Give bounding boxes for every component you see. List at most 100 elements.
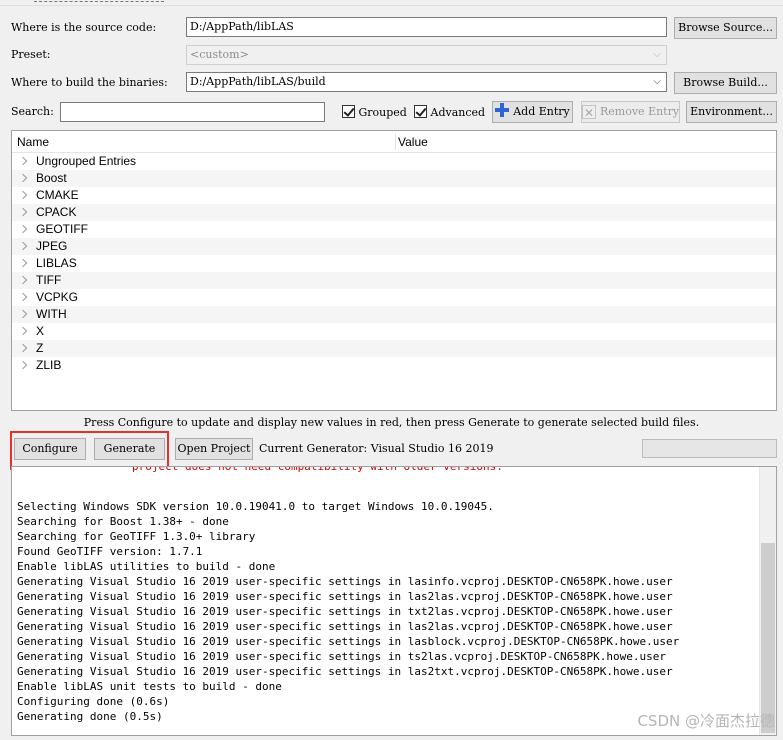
- build-path-value: D:/AppPath/libLAS/build: [190, 75, 326, 88]
- column-separator: [395, 134, 396, 150]
- checkbox-checked-icon: [414, 105, 427, 118]
- tree-group-row[interactable]: TIFF: [12, 272, 776, 289]
- log-line: Generating Visual Studio 16 2019 user-sp…: [17, 620, 673, 633]
- search-label: Search:: [11, 105, 54, 118]
- group-label: ZLIB: [36, 358, 62, 372]
- tree-group-row[interactable]: CPACK: [12, 204, 776, 221]
- grouped-label: Grouped: [358, 106, 407, 119]
- group-label: Z: [36, 341, 44, 355]
- group-label: X: [36, 324, 45, 338]
- tree-group-row[interactable]: ZLIB: [12, 357, 776, 374]
- log-line: Generating Visual Studio 16 2019 user-sp…: [17, 590, 673, 603]
- open-project-label: Open Project: [177, 442, 251, 455]
- chevron-right-icon[interactable]: [19, 255, 29, 272]
- chevron-right-icon[interactable]: [19, 340, 29, 357]
- tree-group-row[interactable]: LIBLAS: [12, 255, 776, 272]
- environment-button[interactable]: Environment...: [686, 101, 777, 123]
- chevron-down-icon: ⌵: [653, 76, 661, 87]
- chevron-right-icon[interactable]: [19, 289, 29, 306]
- column-header-name[interactable]: Name: [17, 131, 49, 153]
- configure-button[interactable]: Configure: [14, 438, 86, 460]
- chevron-right-icon[interactable]: [19, 238, 29, 255]
- browse-source-button[interactable]: Browse Source...: [674, 17, 777, 39]
- tree-rows: Ungrouped Entries Boost CMAKE CPACK GEOT…: [12, 153, 776, 374]
- environment-label: Environment...: [690, 105, 773, 118]
- current-generator-text: Current Generator: Visual Studio 16 2019: [259, 442, 494, 455]
- remove-entry-button[interactable]: ✕ Remove Entry: [581, 101, 680, 123]
- log-line: Configuring done (0.6s): [17, 695, 170, 708]
- preset-select[interactable]: <custom> ⌵: [186, 45, 667, 65]
- column-header-value[interactable]: Value: [398, 131, 428, 153]
- remove-entry-label: Remove Entry: [600, 105, 680, 118]
- remove-icon: ✕: [582, 105, 596, 120]
- cache-entries-tree[interactable]: Name Value Ungrouped Entries Boost CMAKE…: [11, 130, 777, 411]
- configure-label: Configure: [22, 442, 78, 455]
- add-entry-label: Add Entry: [513, 105, 570, 118]
- tree-group-row[interactable]: CMAKE: [12, 187, 776, 204]
- generate-label: Generate: [103, 442, 156, 455]
- group-label: GEOTIFF: [36, 222, 88, 236]
- group-label: JPEG: [36, 239, 68, 253]
- progress-bar: [642, 439, 777, 458]
- group-label: WITH: [36, 307, 67, 321]
- scrollbar-thumb[interactable]: [761, 543, 775, 733]
- log-line: Enable libLAS unit tests to build - done: [17, 680, 282, 693]
- group-label: LIBLAS: [36, 256, 77, 270]
- browse-source-label: Browse Source...: [678, 21, 773, 34]
- log-line: Generating done (0.5s): [17, 710, 163, 723]
- tree-group-row[interactable]: GEOTIFF: [12, 221, 776, 238]
- advanced-label: Advanced: [430, 106, 486, 119]
- log-line-error-partial: project does not need compatibility with…: [132, 466, 503, 473]
- chevron-right-icon[interactable]: [19, 221, 29, 238]
- source-path-input[interactable]: D:/AppPath/libLAS: [186, 17, 667, 37]
- advanced-checkbox[interactable]: Advanced: [414, 105, 485, 120]
- tree-group-row[interactable]: WITH: [12, 306, 776, 323]
- source-label: Where is the source code:: [11, 21, 157, 34]
- log-line: Selecting Windows SDK version 10.0.19041…: [17, 500, 494, 513]
- chevron-right-icon[interactable]: [19, 187, 29, 204]
- tree-group-row[interactable]: Ungrouped Entries: [12, 153, 776, 170]
- group-label: Boost: [36, 171, 67, 185]
- log-line: Generating Visual Studio 16 2019 user-sp…: [17, 665, 673, 678]
- tree-header: Name Value: [12, 131, 776, 153]
- open-project-button[interactable]: Open Project: [175, 438, 253, 460]
- tree-group-row[interactable]: X: [12, 323, 776, 340]
- generate-button[interactable]: Generate: [94, 438, 165, 460]
- browse-build-button[interactable]: Browse Build...: [674, 72, 777, 94]
- tree-group-row[interactable]: Boost: [12, 170, 776, 187]
- add-entry-button[interactable]: Add Entry: [492, 101, 573, 123]
- chevron-right-icon[interactable]: [19, 357, 29, 374]
- log-line: Searching for Boost 1.38+ - done: [17, 515, 229, 528]
- search-input[interactable]: [60, 102, 325, 122]
- vertical-scrollbar[interactable]: [759, 467, 776, 735]
- tree-group-row[interactable]: Z: [12, 340, 776, 357]
- group-label: CPACK: [36, 205, 77, 219]
- chevron-down-icon: ⌵: [653, 49, 661, 60]
- window-top-edge: [0, 0, 783, 6]
- chevron-right-icon[interactable]: [19, 272, 29, 289]
- log-line: Enable libLAS utilities to build - done: [17, 560, 276, 573]
- configure-hint-text: Press Configure to update and display ne…: [83, 416, 700, 429]
- group-label: CMAKE: [36, 188, 79, 202]
- tree-group-row[interactable]: JPEG: [12, 238, 776, 255]
- output-log[interactable]: project does not need compatibility with…: [11, 466, 777, 736]
- log-line: Generating Visual Studio 16 2019 user-sp…: [17, 575, 673, 588]
- chevron-right-icon[interactable]: [19, 170, 29, 187]
- chevron-right-icon[interactable]: [19, 204, 29, 221]
- chevron-right-icon[interactable]: [19, 153, 29, 170]
- group-label: VCPKG: [36, 290, 79, 304]
- build-label: Where to build the binaries:: [11, 76, 168, 89]
- grouped-checkbox[interactable]: Grouped: [342, 105, 407, 120]
- log-line: Found GeoTIFF version: 1.7.1: [17, 545, 203, 558]
- chevron-right-icon[interactable]: [19, 323, 29, 340]
- log-line: Generating Visual Studio 16 2019 user-sp…: [17, 635, 680, 648]
- chevron-right-icon[interactable]: [19, 306, 29, 323]
- plus-icon: [495, 103, 510, 117]
- group-label: TIFF: [36, 273, 62, 287]
- log-line: Generating Visual Studio 16 2019 user-sp…: [17, 605, 673, 618]
- build-path-select[interactable]: D:/AppPath/libLAS/build ⌵: [186, 72, 667, 92]
- log-line: Searching for GeoTIFF 1.3.0+ library: [17, 530, 256, 543]
- tree-group-row[interactable]: VCPKG: [12, 289, 776, 306]
- browse-build-label: Browse Build...: [683, 76, 768, 89]
- preset-label: Preset:: [11, 48, 51, 61]
